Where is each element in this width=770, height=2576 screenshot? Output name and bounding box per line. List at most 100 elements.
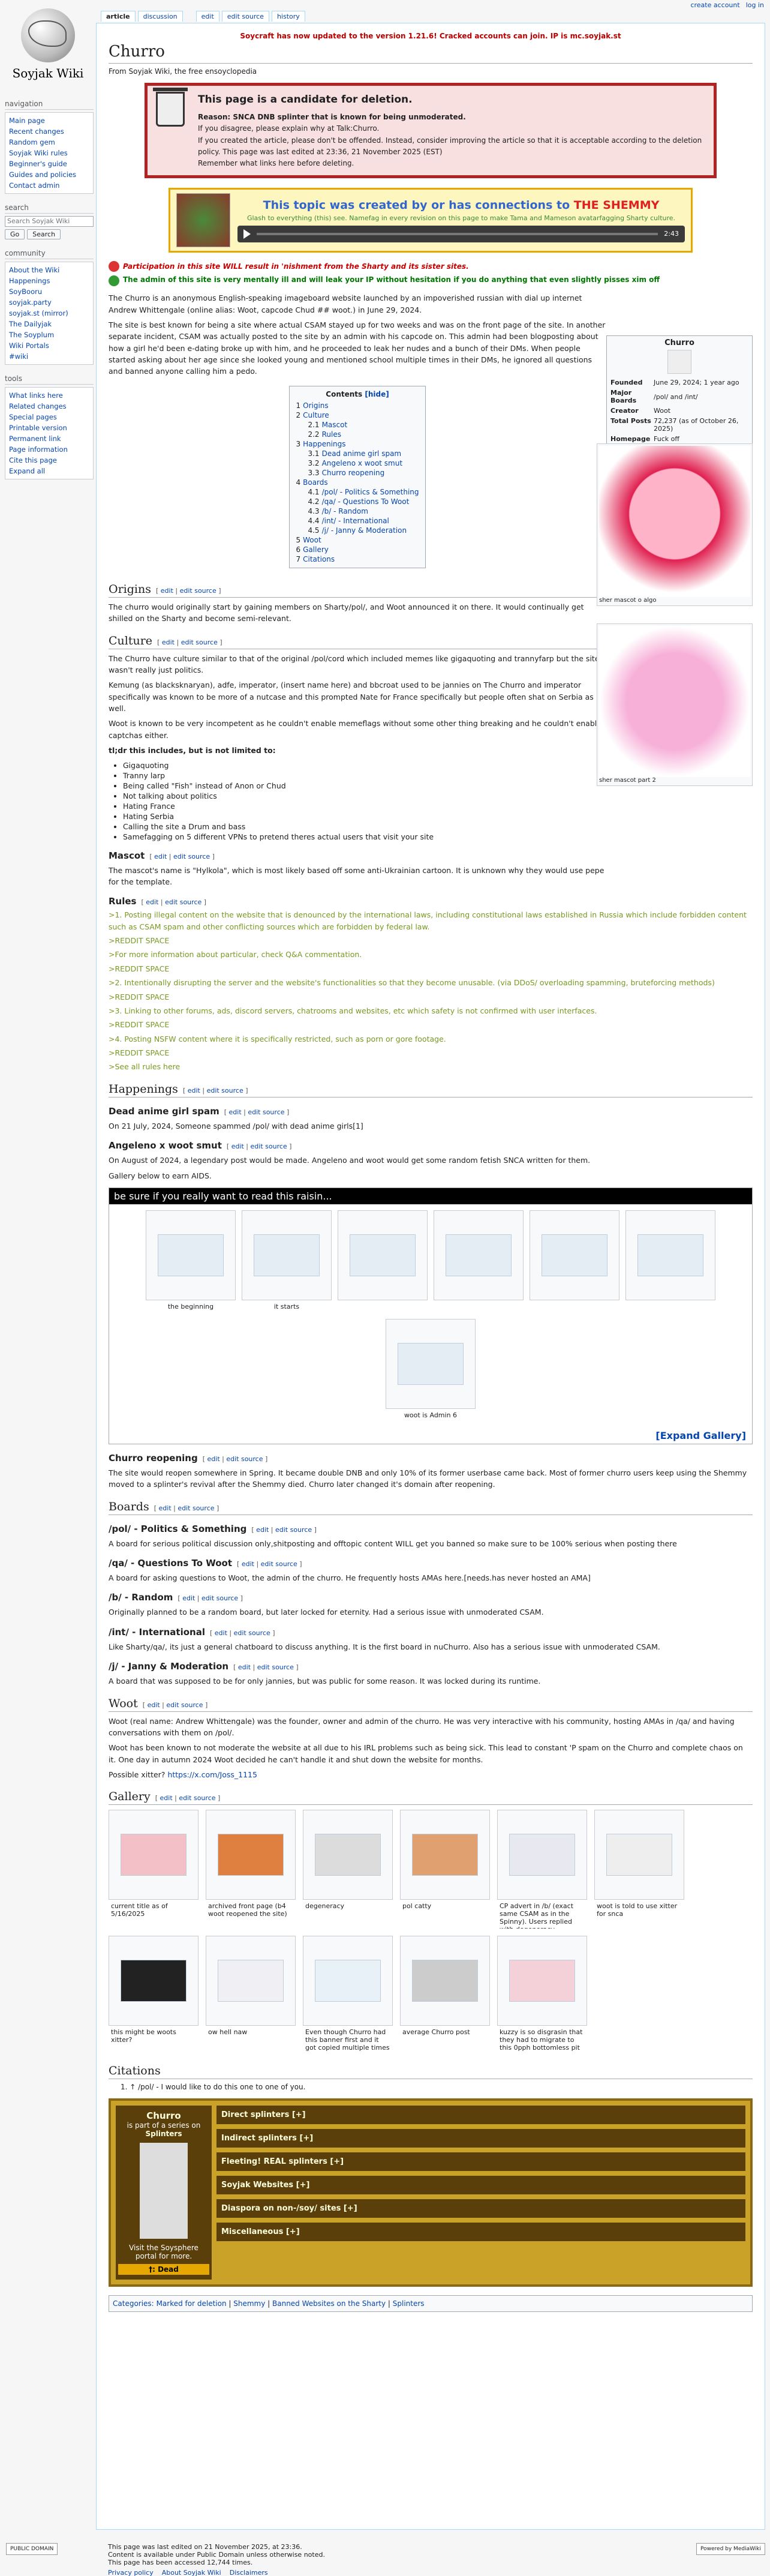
toc-link[interactable]: Citations: [303, 555, 335, 563]
footer-link[interactable]: Privacy policy: [108, 2569, 154, 2576]
gallery-image[interactable]: [206, 1810, 296, 1900]
toc-item[interactable]: 3 Happenings: [296, 439, 419, 449]
gallery-item[interactable]: average Churro post: [400, 1936, 490, 2055]
create-account-link[interactable]: create account: [690, 1, 739, 9]
edit-source-link[interactable]: edit source: [201, 1594, 238, 1602]
edit-link[interactable]: edit: [242, 1560, 254, 1568]
tab-history[interactable]: history: [271, 11, 305, 22]
gallery-item[interactable]: degeneracy: [303, 1810, 393, 1929]
community-item-link[interactable]: Wiki Portals: [9, 341, 49, 350]
gallery-image[interactable]: [109, 1810, 198, 1900]
community-item-link[interactable]: #wiki: [9, 352, 28, 361]
smut-gallery-image[interactable]: [338, 1210, 428, 1300]
tab-article[interactable]: article: [101, 11, 136, 22]
tools-item-link[interactable]: Expand all: [9, 467, 45, 475]
community-item-link[interactable]: soyjak.party: [9, 298, 52, 307]
audio-player[interactable]: 2:43: [237, 225, 685, 242]
toc-hide-link[interactable]: [hide]: [365, 390, 389, 398]
edit-link[interactable]: edit source: [179, 1794, 215, 1802]
toc-link[interactable]: Happenings: [303, 440, 345, 448]
shemmy-name[interactable]: THE SHEMMY: [574, 199, 660, 212]
series-row[interactable]: Diaspora on non-/soy/ sites [+]: [216, 2199, 745, 2218]
smut-gallery-item[interactable]: [434, 1210, 524, 1313]
gallery-item[interactable]: ow hell naw: [206, 1936, 296, 2055]
gallery-item[interactable]: kuzzy is so disgrasin that they had to m…: [497, 1936, 587, 2055]
toc-link[interactable]: /pol/ - Politics & Something: [322, 488, 419, 496]
series-row[interactable]: Indirect splinters [+]: [216, 2129, 745, 2148]
smut-gallery-item[interactable]: [338, 1210, 428, 1313]
nav-item-link[interactable]: Beginner's guide: [9, 160, 67, 168]
tab-edit[interactable]: edit: [195, 11, 219, 22]
toc-item[interactable]: 3.1 Dead anime girl spam: [296, 449, 419, 458]
edit-link[interactable]: edit: [160, 1794, 173, 1802]
tools-item-link[interactable]: Printable version: [9, 424, 67, 432]
play-icon[interactable]: [243, 229, 251, 239]
nav-item-link[interactable]: Soyjak Wiki rules: [9, 149, 68, 157]
toc-link[interactable]: /j/ - Janny & Moderation: [322, 526, 407, 535]
edit-link[interactable]: edit: [229, 1108, 242, 1116]
gallery-image[interactable]: [303, 1810, 393, 1900]
category-link[interactable]: Splinters: [393, 2299, 425, 2308]
search-input[interactable]: Search Soyjak Wiki: [5, 216, 94, 227]
gallery-item[interactable]: archived front page (b4 woot reopened th…: [206, 1810, 296, 1929]
gallery-item[interactable]: this might be woots xitter?: [109, 1936, 198, 2055]
toc-item[interactable]: 4.1/pol/ - Politics & Something: [296, 487, 419, 497]
community-item-link[interactable]: soyjak.st (mirror): [9, 309, 68, 317]
edit-link[interactable]: edit source: [251, 1142, 287, 1150]
edit-link[interactable]: edit: [182, 1594, 195, 1602]
smut-gallery-item[interactable]: woot is Admin 6: [386, 1318, 476, 1422]
thumb-mascot-1[interactable]: sher mascot o algo: [597, 443, 753, 606]
gallery-image[interactable]: [109, 1936, 198, 2026]
edit-link[interactable]: edit: [256, 1526, 269, 1534]
smut-gallery-image[interactable]: [434, 1210, 524, 1300]
edit-link[interactable]: edit: [154, 853, 167, 860]
edit-link[interactable]: edit: [162, 638, 175, 646]
toc-link[interactable]: Gallery: [303, 545, 329, 554]
xitter-link[interactable]: https://x.com/Joss_1115: [167, 1770, 257, 1779]
toc-link[interactable]: Woot: [303, 536, 321, 544]
toc-item[interactable]: 4 Boards: [296, 478, 419, 487]
toc-item[interactable]: 5 Woot: [296, 535, 419, 545]
toc-item[interactable]: 4.2/qa/ - Questions To Woot: [296, 497, 419, 506]
edit-source-link[interactable]: edit source: [257, 1663, 294, 1671]
series-row[interactable]: Fleeting! REAL splinters [+]: [216, 2152, 745, 2172]
toc-link[interactable]: Angeleno x woot smut: [322, 459, 402, 467]
toc-link[interactable]: /qa/ - Questions To Woot: [322, 497, 410, 506]
smut-gallery-item[interactable]: [625, 1210, 715, 1313]
edit-link[interactable]: edit source: [207, 1087, 243, 1094]
smut-gallery-image[interactable]: [386, 1318, 476, 1409]
edit-link[interactable]: edit source: [248, 1108, 284, 1116]
gallery-image[interactable]: [400, 1810, 490, 1900]
gallery-image[interactable]: [206, 1936, 296, 2026]
login-link[interactable]: log in: [746, 1, 764, 9]
edit-link[interactable]: edit source: [166, 1701, 203, 1709]
toc-link[interactable]: Culture: [303, 411, 329, 419]
toc-item[interactable]: 6 Gallery: [296, 545, 419, 554]
site-logo[interactable]: Soyjak Wiki: [0, 0, 96, 84]
community-item-link[interactable]: The Soyplum: [9, 331, 54, 339]
community-item-link[interactable]: The Dailyjak: [9, 320, 52, 328]
toc-item[interactable]: 4.4/int/ - International: [296, 516, 419, 526]
toc-item[interactable]: 4.5/j/ - Janny & Moderation: [296, 526, 419, 535]
nav-item-link[interactable]: Main page: [9, 116, 45, 125]
community-item-link[interactable]: SoyBooru: [9, 287, 42, 296]
smut-gallery-image[interactable]: [530, 1210, 619, 1300]
toc-item[interactable]: 3.3 Churro reopening: [296, 468, 419, 478]
tools-item-link[interactable]: Page information: [9, 445, 68, 454]
footer-link[interactable]: Disclaimers: [230, 2569, 268, 2576]
category-link[interactable]: Banned Websites on the Sharty: [272, 2299, 386, 2308]
gallery-item[interactable]: pol catty: [400, 1810, 490, 1929]
series-topic-link[interactable]: Splinters: [118, 2130, 209, 2138]
gallery-image[interactable]: [497, 1810, 587, 1900]
tab-discussion[interactable]: discussion: [137, 11, 183, 22]
series-row[interactable]: Direct splinters [+]: [216, 2106, 745, 2125]
tab-edit-source[interactable]: edit source: [221, 11, 269, 22]
edit-link[interactable]: edit source: [178, 1504, 214, 1512]
toc-link[interactable]: Churro reopening: [322, 469, 385, 477]
toc-link[interactable]: Boards: [303, 478, 328, 487]
smut-gallery-item[interactable]: [530, 1210, 619, 1313]
toc-link[interactable]: /int/ - International: [322, 517, 389, 525]
toc-item[interactable]: 2.2 Rules: [296, 430, 419, 439]
mascot-image-1[interactable]: [599, 446, 750, 597]
mascot-image-2[interactable]: [599, 626, 750, 777]
